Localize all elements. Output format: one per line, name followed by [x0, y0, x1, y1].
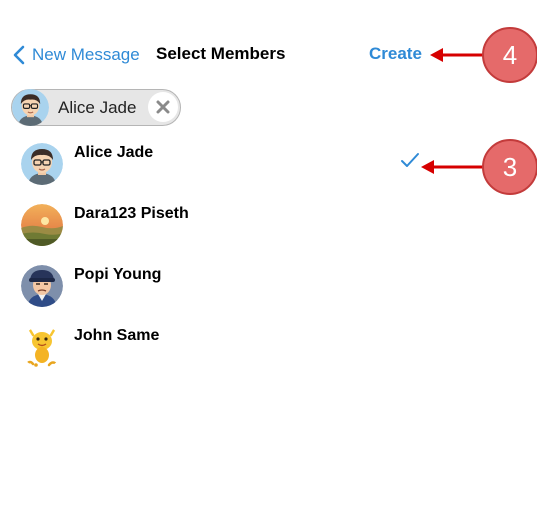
member-name: Popi Young — [74, 266, 162, 283]
annotation-arrow — [430, 48, 486, 62]
close-icon — [156, 100, 170, 114]
annotation-arrow — [421, 160, 483, 174]
member-row-john-same[interactable]: John Same — [0, 326, 537, 382]
landscape-photo-avatar — [21, 204, 63, 246]
member-name: Alice Jade — [74, 144, 154, 161]
annotation-badge-4: 4 — [482, 27, 537, 83]
back-button-label: New Message — [32, 45, 140, 64]
selected-member-chip[interactable]: Alice Jade — [11, 89, 181, 126]
member-row-popi-young[interactable]: Popi Young — [0, 265, 537, 321]
page-title: Select Members — [156, 44, 286, 63]
chip-label: Alice Jade — [58, 98, 137, 117]
checkmark-icon — [401, 153, 419, 167]
create-button[interactable]: Create — [369, 44, 422, 64]
member-name: Dara123 Piseth — [74, 205, 189, 222]
back-button[interactable]: New Message — [12, 41, 140, 69]
member-row-dara123-piseth[interactable]: Dara123 Piseth — [0, 204, 537, 260]
remove-chip-button[interactable] — [148, 92, 178, 122]
annotation-badge-3: 3 — [482, 139, 537, 195]
boy-avatar-icon — [21, 143, 63, 185]
chevron-left-icon — [13, 45, 25, 65]
member-name: John Same — [74, 327, 160, 344]
boy-avatar-icon — [12, 89, 49, 126]
yellow-cartoon-avatar — [21, 326, 63, 368]
man-cap-avatar-icon — [21, 265, 63, 307]
